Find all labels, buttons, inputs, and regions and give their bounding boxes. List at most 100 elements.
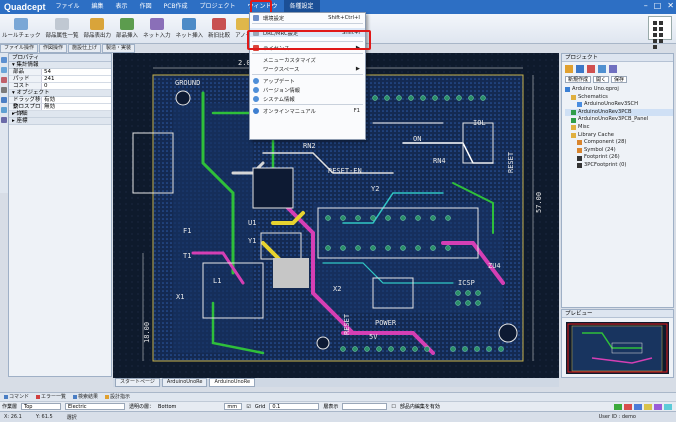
tab-pcb[interactable]: ArduinoUnoRe bbox=[209, 378, 256, 387]
section-coordinates[interactable]: ▸ 座標 bbox=[9, 118, 111, 125]
tool-layer-icon[interactable] bbox=[1, 97, 7, 103]
menu-item-manual[interactable]: オンラインマニュアル F1 bbox=[250, 106, 365, 115]
net-insert-icon bbox=[182, 18, 197, 30]
net-input-button[interactable]: ネット入力 bbox=[143, 18, 171, 39]
open-project-button[interactable]: 開く bbox=[593, 76, 610, 83]
left-tool-strip bbox=[0, 53, 8, 193]
net-insert-button[interactable]: ネット挿入 bbox=[176, 18, 203, 39]
tree-item[interactable]: Library Cache bbox=[565, 132, 673, 140]
project-panel: プロジェクト 新規作成 開く 保存 Arduino Uno.qproj Sche… bbox=[561, 53, 674, 308]
save-project-button[interactable]: 保存 bbox=[611, 76, 628, 83]
compare-button[interactable]: 新旧比較 bbox=[208, 18, 230, 39]
layer-color-icons bbox=[614, 403, 676, 410]
section-object[interactable]: ▾ オブジェクト bbox=[9, 90, 111, 97]
app-grid-icon[interactable] bbox=[648, 16, 672, 49]
part-attr-list-button[interactable]: 部品属性一覧 bbox=[46, 18, 79, 39]
display-select[interactable] bbox=[342, 403, 388, 410]
refresh-icon[interactable] bbox=[598, 65, 606, 73]
tab-start-page[interactable]: スタートページ bbox=[115, 378, 160, 387]
subtab-file[interactable]: ファイル操作 bbox=[0, 44, 39, 53]
menu-edit[interactable]: 編集 bbox=[86, 0, 110, 14]
subtab-manufacture[interactable]: 製造・実装 bbox=[102, 44, 136, 53]
tree-item[interactable]: Misc bbox=[565, 124, 673, 132]
tab-schematic[interactable]: ArduinoUnoRe bbox=[161, 378, 208, 387]
tree-item[interactable]: ArduinoUnoRev3SCH bbox=[565, 101, 673, 109]
help-icon bbox=[253, 107, 259, 114]
document-tabs: スタートページ ArduinoUnoRe ArduinoUnoRe bbox=[113, 378, 559, 387]
tool-zoom-icon[interactable] bbox=[1, 87, 7, 93]
property-row[interactable]: クロスプローブ無効 bbox=[9, 104, 111, 117]
menu-item-environment[interactable]: 環境設定 Shift+Ctrl+I bbox=[250, 13, 365, 22]
preview-thumbnail[interactable] bbox=[562, 318, 673, 377]
status-bar: X: 26.1 Y: 61.5 選択 User ID : demo bbox=[0, 411, 676, 422]
menu-file[interactable]: ファイル bbox=[50, 0, 86, 14]
pcb-label: RESET bbox=[343, 313, 351, 335]
pcb-label: RN4 bbox=[433, 157, 446, 165]
y-coordinate: Y: 61.5 bbox=[35, 414, 53, 420]
tab-design-notes[interactable]: 設計指示 bbox=[103, 393, 132, 401]
menu-item-system[interactable]: システム情報 bbox=[250, 94, 365, 103]
unit-select[interactable]: mm bbox=[224, 403, 243, 410]
tree-item[interactable]: Footprint (26) bbox=[565, 154, 673, 162]
maximize-icon[interactable]: □ bbox=[654, 1, 662, 10]
tree-item[interactable]: 3PCFootprint (0) bbox=[565, 162, 673, 170]
list-icon bbox=[55, 18, 70, 30]
property-row: 部品 54 bbox=[9, 69, 111, 76]
section-detail[interactable]: ▸ 詳細 bbox=[9, 111, 111, 118]
property-row[interactable]: ドラッグ移動 有効 bbox=[9, 97, 111, 110]
preview-panel: プレビュー bbox=[561, 309, 674, 378]
menu-pcb[interactable]: PCB作成 bbox=[158, 0, 194, 14]
grid-checkbox[interactable]: ☑ bbox=[246, 404, 250, 410]
tree-item[interactable]: Schematics bbox=[565, 94, 673, 102]
tree-item[interactable]: ArduinoUnoRev3PCB_Panel bbox=[565, 116, 673, 124]
subtab-finish[interactable]: 施設仕上げ bbox=[68, 44, 102, 53]
grid-label: Grid bbox=[254, 403, 266, 410]
tool-route-icon[interactable] bbox=[1, 77, 7, 83]
pcb-label: Y1 bbox=[248, 237, 256, 245]
transparent-layer-label: 透明の層： bbox=[129, 404, 155, 410]
property-row: パッド 241 bbox=[9, 76, 111, 83]
tool-settings-icon[interactable] bbox=[1, 107, 7, 113]
tab-command[interactable]: コマンド bbox=[2, 393, 31, 401]
save-icon[interactable] bbox=[576, 65, 584, 73]
tree-item[interactable]: Component (28) bbox=[565, 139, 673, 147]
delete-icon[interactable] bbox=[587, 65, 595, 73]
menu-draw[interactable]: 作図 bbox=[134, 0, 158, 14]
layer-label: 作業層 bbox=[2, 404, 18, 410]
menu-item-customize[interactable]: メニューカスタマイズ bbox=[250, 55, 365, 64]
subtab-draw[interactable]: 作図操作 bbox=[39, 44, 68, 53]
highlight-drc-item bbox=[247, 30, 371, 50]
pcb-label: L1 bbox=[213, 277, 221, 285]
tool-move-icon[interactable] bbox=[1, 67, 7, 73]
minimize-icon[interactable]: – bbox=[644, 1, 648, 10]
folder-icon[interactable] bbox=[565, 65, 573, 73]
tool-measure-icon[interactable] bbox=[1, 117, 7, 123]
menu-view[interactable]: 表示 bbox=[110, 0, 134, 14]
settings-icon[interactable] bbox=[609, 65, 617, 73]
new-project-button[interactable]: 新規作成 bbox=[565, 76, 592, 83]
project-toolbar bbox=[562, 62, 673, 76]
bom-output-button[interactable]: 部品表出力 bbox=[84, 18, 111, 39]
tree-item[interactable]: Arduino Uno.qproj bbox=[565, 86, 673, 94]
pcb-label: POWER bbox=[375, 319, 397, 327]
menu-item-workspace[interactable]: ワークスペース ▶ bbox=[250, 64, 365, 73]
tool-select-icon[interactable] bbox=[1, 57, 7, 63]
menu-project[interactable]: プロジェクト bbox=[194, 0, 242, 14]
net-select[interactable]: Electric bbox=[65, 403, 126, 410]
ribbon-subtabs: ファイル操作 作図操作 施設仕上げ 製造・実装 bbox=[0, 44, 250, 53]
tree-item[interactable]: ArduinoUnoRev3PCB bbox=[565, 108, 673, 117]
tab-errors[interactable]: エラー一覧 bbox=[34, 393, 68, 401]
tab-search-results[interactable]: 検索結果 bbox=[71, 393, 100, 401]
pcb-label: X2 bbox=[333, 285, 341, 293]
section-summary[interactable]: ▾ 集計情報 bbox=[9, 62, 111, 69]
rule-check-button[interactable]: ルールチェック bbox=[2, 18, 41, 39]
layer-select[interactable]: Top bbox=[21, 403, 62, 410]
grid-value-select[interactable]: 0.1 bbox=[269, 403, 320, 410]
edit-in-part-checkbox[interactable]: ☐ bbox=[391, 404, 395, 410]
menu-item-version[interactable]: バージョン情報 bbox=[250, 85, 365, 94]
tree-item[interactable]: Symbol (24) bbox=[565, 147, 673, 155]
part-insert-button[interactable]: 部品挿入 bbox=[116, 18, 138, 39]
close-icon[interactable]: ✕ bbox=[667, 1, 674, 10]
project-tree: Arduino Uno.qproj Schematics ArduinoUnoR… bbox=[562, 86, 673, 170]
menu-item-update[interactable]: アップデート bbox=[250, 76, 365, 85]
